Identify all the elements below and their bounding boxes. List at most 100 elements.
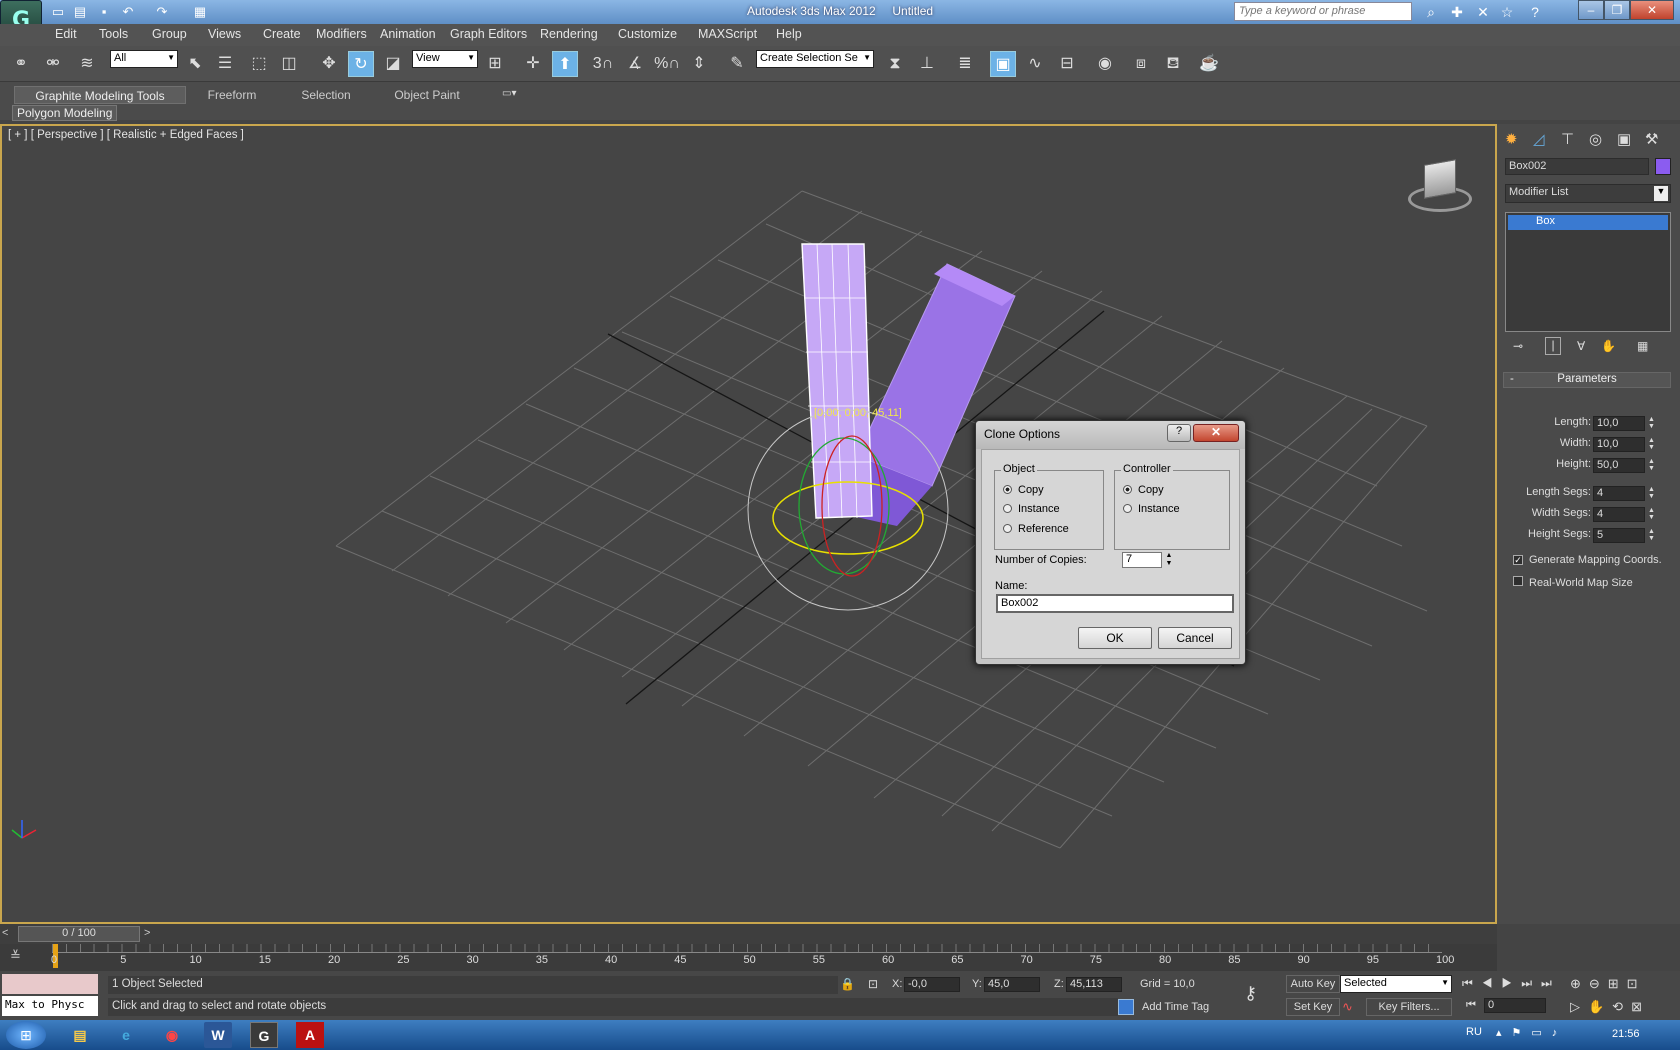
schematic-view-icon[interactable]: ⊟ [1054, 51, 1080, 77]
hierarchy-tab-icon[interactable]: ⊤ [1561, 130, 1585, 150]
height-segs-spinner-arrows[interactable]: ▲ ▼ [1647, 528, 1656, 543]
width-segs-spinner-arrows[interactable]: ▲ ▼ [1647, 507, 1656, 522]
rendered-frame-icon[interactable]: ⛾ [1160, 51, 1186, 77]
render-setup-icon[interactable]: ⧈ [1128, 51, 1154, 77]
parameters-rollout-header[interactable]: - Parameters [1503, 372, 1671, 388]
project-folder-icon[interactable]: ▦ [190, 3, 210, 21]
height-spinner[interactable]: 50,0 [1593, 458, 1645, 473]
search-input[interactable]: Type a keyword or phrase [1234, 2, 1412, 21]
z-coordinate[interactable]: 45,113 [1066, 977, 1122, 992]
object-copy-radio[interactable]: Copy [1003, 484, 1044, 496]
favorites-star-icon[interactable]: ☆ [1496, 2, 1518, 22]
cancel-button[interactable]: Cancel [1158, 627, 1232, 649]
render-production-icon[interactable]: ☕ [1196, 51, 1222, 77]
copies-spinner[interactable]: 7 [1122, 552, 1162, 568]
viewport-nav-controls[interactable]: ⊕⊖⊞⊡ [1570, 976, 1646, 992]
binoculars-icon[interactable]: ⌕ [1420, 2, 1442, 22]
make-unique-icon[interactable]: ∀ [1577, 339, 1585, 353]
perspective-viewport[interactable]: [0,00, 0,00, 45,11] [ + ] [ Perspective … [0, 124, 1497, 924]
height-segs-spinner[interactable]: 5 [1593, 528, 1645, 543]
pivot-center-icon[interactable]: ⊞ [482, 51, 508, 77]
menu-tools[interactable]: Tools [99, 27, 128, 41]
configure-modifier-sets-icon[interactable]: ▦ [1637, 339, 1648, 353]
mirror-icon[interactable]: ⧗ [882, 51, 908, 77]
named-selection-sets-dropdown[interactable]: Create Selection Se [756, 50, 874, 68]
track-bar[interactable]: ≚ 0 5 10 15 20 25 30 35 40 45 50 55 60 65 70 75 80 85 90 95… [0, 944, 1497, 971]
select-and-rotate-icon[interactable]: ↻ [348, 51, 374, 77]
menu-create[interactable]: Create [263, 27, 301, 41]
absolute-mode-icon[interactable]: ⊡ [868, 977, 878, 991]
percent-snap-icon[interactable]: %∩ [654, 51, 680, 77]
minimize-button[interactable]: – [1578, 0, 1604, 20]
system-tray-icons[interactable]: ▴⚑▭♪ [1496, 1026, 1567, 1039]
word-taskbar-icon[interactable]: W [204, 1022, 232, 1048]
dialog-help-button[interactable]: ? [1167, 424, 1191, 442]
select-and-move-icon[interactable]: ✥ [316, 51, 342, 77]
set-key-icon[interactable]: ⚷ [1244, 983, 1257, 1004]
modifier-list-dropdown[interactable]: Modifier List ▼ [1505, 184, 1671, 203]
spinner-snap-icon[interactable]: ⇕ [686, 51, 712, 77]
create-tab-icon[interactable]: ✹ [1505, 130, 1529, 150]
menu-maxscript[interactable]: MAXScript [698, 27, 757, 41]
unlink-icon[interactable]: ⚮ [40, 51, 66, 77]
tab-object-paint[interactable]: Object Paint [386, 86, 468, 104]
chrome-taskbar-icon[interactable]: ◉ [158, 1022, 186, 1048]
new-file-icon[interactable]: ▭ [48, 3, 68, 21]
menu-animation[interactable]: Animation [380, 27, 436, 41]
pin-stack-icon[interactable]: ⊸ [1513, 339, 1523, 353]
subscription-icon[interactable]: ✚ [1446, 2, 1468, 22]
tangent-type-icon[interactable]: ∿ [1342, 999, 1353, 1015]
polygon-modeling-panel[interactable]: Polygon Modeling [12, 105, 118, 121]
controller-copy-radio[interactable]: Copy [1123, 484, 1164, 496]
object-reference-radio[interactable]: Reference [1003, 523, 1069, 535]
menu-modifiers[interactable]: Modifiers [316, 27, 367, 41]
object-color-swatch[interactable] [1655, 158, 1671, 175]
modify-tab-icon[interactable]: ◿ [1533, 130, 1557, 150]
tab-graphite-modeling-tools[interactable]: Graphite Modeling Tools [14, 86, 186, 104]
viewport-label[interactable]: [ + ] [ Perspective ] [ Realistic + Edge… [8, 129, 244, 141]
copies-spinner-arrows[interactable]: ▲ ▼ [1164, 552, 1174, 568]
open-file-icon[interactable]: ▤ [70, 3, 90, 21]
ribbon-options-icon[interactable]: ▭▾ [502, 88, 516, 99]
key-mode-dropdown[interactable]: Selected [1340, 975, 1452, 993]
select-and-link-icon[interactable]: ⚭ [8, 51, 34, 77]
width-spinner-arrows[interactable]: ▲ ▼ [1647, 437, 1656, 452]
ie-taskbar-icon[interactable]: e [112, 1022, 140, 1048]
selection-filter-dropdown[interactable]: All [110, 50, 178, 68]
viewcube[interactable] [1404, 156, 1476, 214]
keyboard-shortcut-toggle-icon[interactable]: ⬆ [552, 51, 578, 77]
menu-group[interactable]: Group [152, 27, 187, 41]
y-coordinate[interactable]: 45,0 [984, 977, 1040, 992]
layer-manager-icon[interactable]: ≣ [952, 51, 978, 77]
undo-icon[interactable]: ↶ [118, 3, 138, 21]
motion-tab-icon[interactable]: ◎ [1589, 130, 1613, 150]
rectangular-selection-icon[interactable]: ⬚ [246, 51, 272, 77]
viewport-nav-controls-2[interactable]: ▷✋⟲⊠ [1570, 999, 1650, 1015]
maximize-button[interactable]: ❐ [1604, 0, 1630, 20]
width-spinner[interactable]: 10,0 [1593, 437, 1645, 452]
controller-instance-radio[interactable]: Instance [1123, 503, 1180, 515]
tab-freeform[interactable]: Freeform [196, 86, 268, 104]
real-world-map-checkbox[interactable]: Real-World Map Size [1513, 576, 1633, 589]
language-indicator[interactable]: RU [1466, 1026, 1482, 1038]
generate-mapping-checkbox[interactable]: ✓ Generate Mapping Coords. [1513, 554, 1662, 566]
time-config-icon[interactable]: ⏮ [1466, 999, 1476, 1012]
window-crossing-icon[interactable]: ◫ [276, 51, 302, 77]
bind-space-warp-icon[interactable]: ≋ [74, 51, 100, 77]
3dsmax-taskbar-icon[interactable]: G [250, 1022, 278, 1048]
remove-modifier-icon[interactable]: ✋ [1601, 339, 1616, 353]
add-time-tag[interactable]: Add Time Tag [1142, 1001, 1209, 1013]
next-frame-arrow[interactable]: > [144, 927, 150, 939]
select-and-scale-icon[interactable]: ◪ [380, 51, 406, 77]
edit-named-selection-icon[interactable]: ✎ [724, 51, 750, 77]
graphite-toggle-icon[interactable]: ▣ [990, 51, 1016, 77]
start-button[interactable]: ⊞ [6, 1021, 46, 1049]
object-instance-radio[interactable]: Instance [1003, 503, 1060, 515]
show-end-result-icon[interactable]: | [1545, 337, 1561, 355]
help-icon[interactable]: ? [1524, 2, 1546, 22]
menu-help[interactable]: Help [776, 27, 802, 41]
menu-graph-editors[interactable]: Graph Editors [450, 27, 527, 41]
time-slider-thumb[interactable]: 0 / 100 [18, 926, 140, 942]
menu-customize[interactable]: Customize [618, 27, 677, 41]
save-icon[interactable]: ▪ [94, 3, 114, 21]
